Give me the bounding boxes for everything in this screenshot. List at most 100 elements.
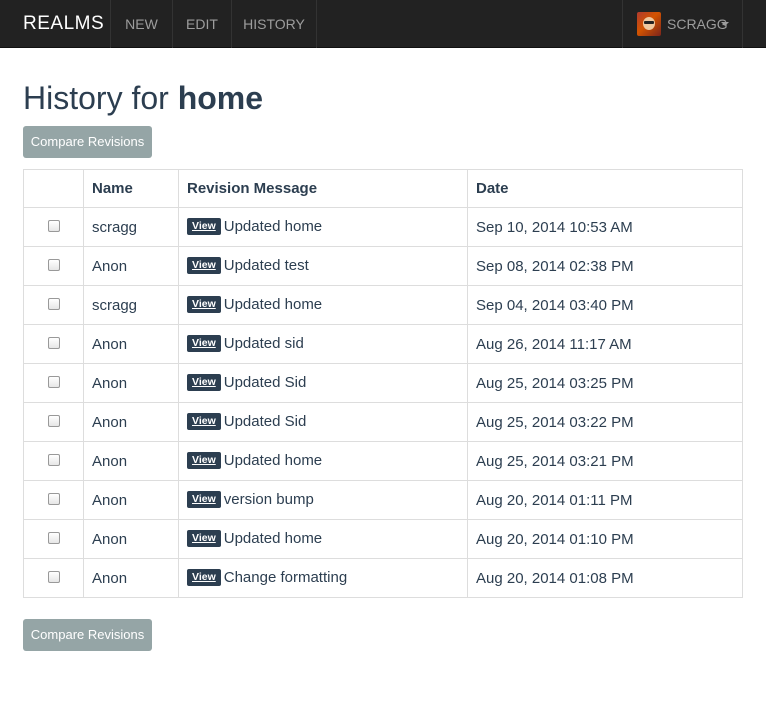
- table-row: Anon View Updated Sid Aug 25, 2014 03:22 PM: [23, 402, 743, 442]
- view-revision-link[interactable]: View: [187, 373, 221, 391]
- row-message: Updated home: [223, 530, 323, 548]
- view-revision-link[interactable]: View: [187, 217, 221, 235]
- caret-down-icon: [721, 22, 729, 26]
- user-avatar-icon: [637, 12, 661, 36]
- view-revision-link[interactable]: View: [187, 451, 221, 469]
- revision-checkbox[interactable]: [47, 259, 60, 272]
- row-date: Aug 20, 2014 01:10 PM: [467, 519, 743, 559]
- header-revision-message: Revision Message: [178, 169, 468, 208]
- row-select-cell: [23, 441, 84, 481]
- header-date: Date: [467, 169, 743, 208]
- row-name: Anon: [83, 402, 179, 442]
- row-message-cell: View Updated home: [178, 519, 468, 559]
- row-message: Updated sid: [223, 335, 304, 353]
- revision-checkbox[interactable]: [47, 415, 60, 428]
- brand-logo[interactable]: REALMS: [23, 0, 104, 48]
- revision-checkbox[interactable]: [47, 454, 60, 467]
- table-row: Anon View Updated home Aug 20, 2014 01:10 P…: [23, 519, 743, 559]
- row-date: Sep 10, 2014 10:53 AM: [467, 207, 743, 247]
- row-name: Anon: [83, 246, 179, 286]
- row-message: Updated home: [223, 218, 323, 236]
- header-name: Name: [83, 169, 179, 208]
- row-message: version bump: [223, 491, 314, 509]
- row-message: Updated home: [223, 452, 323, 470]
- row-name: Anon: [83, 441, 179, 481]
- compare-revisions-button-bottom[interactable]: Compare Revisions: [23, 619, 152, 651]
- revision-history-table: Name Revision Message Date scragg View Upd…: [23, 169, 743, 598]
- view-revision-link[interactable]: View: [187, 490, 221, 508]
- revision-checkbox[interactable]: [47, 220, 60, 233]
- table-row: Anon View version bump Aug 20, 2014 01:11 P…: [23, 480, 743, 520]
- nav-history[interactable]: HISTORY: [232, 0, 317, 48]
- row-date: Aug 26, 2014 11:17 AM: [467, 324, 743, 364]
- table-row: scragg View Updated home Sep 04, 2014 03:40…: [23, 285, 743, 325]
- table-row: Anon View Updated home Aug 25, 2014 03:21 P…: [23, 441, 743, 481]
- row-message-cell: View Updated home: [178, 441, 468, 481]
- row-date: Sep 04, 2014 03:40 PM: [467, 285, 743, 325]
- row-name: scragg: [83, 207, 179, 247]
- row-date: Aug 25, 2014 03:21 PM: [467, 441, 743, 481]
- row-select-cell: [23, 363, 84, 403]
- row-date: Aug 20, 2014 01:08 PM: [467, 558, 743, 598]
- row-message: Updated Sid: [223, 413, 307, 431]
- row-message: Updated Sid: [223, 374, 307, 392]
- nav-new[interactable]: NEW: [110, 0, 173, 48]
- row-message-cell: View Change formatting: [178, 558, 468, 598]
- nav-edit[interactable]: EDIT: [173, 0, 232, 48]
- view-revision-link[interactable]: View: [187, 568, 221, 586]
- view-revision-link[interactable]: View: [187, 529, 221, 547]
- table-row: Anon View Updated sid Aug 26, 2014 11:17 AM: [23, 324, 743, 364]
- row-select-cell: [23, 402, 84, 442]
- row-name: Anon: [83, 519, 179, 559]
- user-name: SCRAGG: [667, 16, 728, 32]
- row-date: Aug 20, 2014 01:11 PM: [467, 480, 743, 520]
- row-message-cell: View Updated Sid: [178, 363, 468, 403]
- revision-checkbox[interactable]: [47, 493, 60, 506]
- view-revision-link[interactable]: View: [187, 256, 221, 274]
- row-select-cell: [23, 285, 84, 325]
- row-message-cell: View version bump: [178, 480, 468, 520]
- row-select-cell: [23, 207, 84, 247]
- row-message: Change formatting: [223, 569, 348, 587]
- revision-checkbox[interactable]: [47, 298, 60, 311]
- row-name: Anon: [83, 324, 179, 364]
- row-date: Aug 25, 2014 03:25 PM: [467, 363, 743, 403]
- row-message-cell: View Updated Sid: [178, 402, 468, 442]
- view-revision-link[interactable]: View: [187, 295, 221, 313]
- table-row: Anon View Updated test Sep 08, 2014 02:38 P…: [23, 246, 743, 286]
- row-date: Aug 25, 2014 03:22 PM: [467, 402, 743, 442]
- revision-checkbox[interactable]: [47, 532, 60, 545]
- row-name: Anon: [83, 363, 179, 403]
- table-row: scragg View Updated home Sep 10, 2014 10:53…: [23, 207, 743, 247]
- table-row: Anon View Updated Sid Aug 25, 2014 03:25 PM: [23, 363, 743, 403]
- row-message: Updated test: [223, 257, 309, 275]
- row-name: Anon: [83, 480, 179, 520]
- view-revision-link[interactable]: View: [187, 334, 221, 352]
- row-message-cell: View Updated test: [178, 246, 468, 286]
- revision-checkbox[interactable]: [47, 571, 60, 584]
- row-select-cell: [23, 480, 84, 520]
- table-row: Anon View Change formatting Aug 20, 2014 01…: [23, 558, 743, 598]
- revision-checkbox[interactable]: [47, 337, 60, 350]
- row-name: Anon: [83, 558, 179, 598]
- top-navbar: REALMS NEW EDIT HISTORY SCRAGG: [0, 0, 766, 48]
- header-select: [23, 169, 84, 208]
- row-select-cell: [23, 324, 84, 364]
- table-body: scragg View Updated home Sep 10, 2014 10:53…: [23, 207, 743, 598]
- user-menu-dropdown[interactable]: SCRAGG: [622, 0, 743, 48]
- row-message-cell: View Updated sid: [178, 324, 468, 364]
- row-select-cell: [23, 519, 84, 559]
- row-message: Updated home: [223, 296, 323, 314]
- row-name: scragg: [83, 285, 179, 325]
- row-message-cell: View Updated home: [178, 207, 468, 247]
- table-header-row: Name Revision Message Date: [23, 169, 743, 208]
- compare-revisions-button-top[interactable]: Compare Revisions: [23, 126, 152, 158]
- row-select-cell: [23, 558, 84, 598]
- view-revision-link[interactable]: View: [187, 412, 221, 430]
- page-title-name: home: [177, 80, 264, 116]
- revision-checkbox[interactable]: [47, 376, 60, 389]
- row-date: Sep 08, 2014 02:38 PM: [467, 246, 743, 286]
- page-title-prefix: History for: [23, 80, 169, 116]
- row-select-cell: [23, 246, 84, 286]
- row-message-cell: View Updated home: [178, 285, 468, 325]
